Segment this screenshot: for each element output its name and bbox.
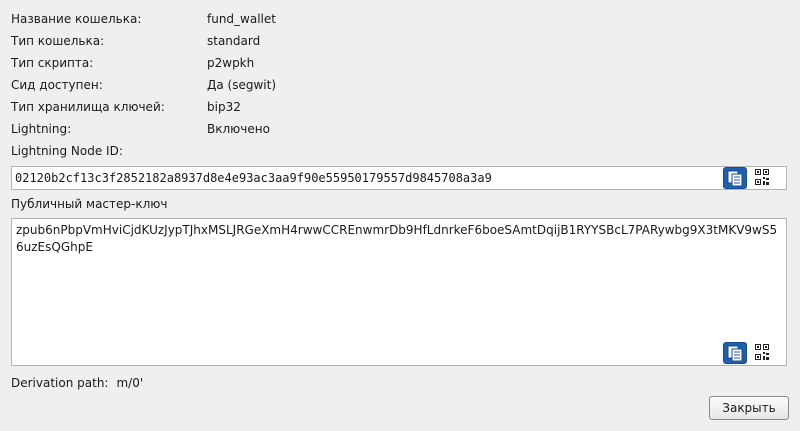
keystore-type-value: bip32 — [207, 100, 241, 114]
keystore-type-label: Тип хранилища ключей: — [11, 100, 165, 114]
qr-node-id-button[interactable] — [751, 167, 775, 189]
lightning-value: Включено — [207, 122, 270, 136]
derivation-path-label: Derivation path: — [11, 376, 109, 390]
copy-icon — [727, 170, 743, 187]
derivation-path-value: m/0' — [116, 376, 144, 390]
wallet-name-label: Название кошелька: — [11, 12, 142, 26]
wallet-name-value: fund_wallet — [207, 12, 276, 26]
script-type-value: p2wpkh — [207, 56, 255, 70]
seed-available-label: Сид доступен: — [11, 78, 103, 92]
copy-node-id-button[interactable] — [723, 167, 747, 189]
master-key-value[interactable]: zpub6nPbpVmHviCjdKUzJypTJhxMSLJRGeXmH4rw… — [16, 222, 782, 256]
copy-icon — [727, 345, 743, 362]
derivation-path-row: Derivation path: m/0' — [11, 374, 143, 392]
seed-available-value: Да (segwit) — [207, 78, 277, 92]
wallet-type-label: Тип кошелька: — [11, 34, 105, 48]
qr-master-key-button[interactable] — [751, 342, 775, 364]
node-id-caption: Lightning Node ID: — [11, 144, 123, 158]
node-id-field[interactable]: 02120b2cf13c3f2852182a8937d8e4e93ac3aa9f… — [11, 166, 787, 190]
close-button[interactable]: Закрыть — [709, 396, 789, 420]
master-key-caption: Публичный мастер-ключ — [11, 197, 168, 211]
script-type-label: Тип скрипта: — [11, 56, 94, 70]
node-id-value[interactable]: 02120b2cf13c3f2852182a8937d8e4e93ac3aa9f… — [15, 167, 492, 189]
lightning-label: Lightning: — [11, 122, 72, 136]
copy-master-key-button[interactable] — [723, 342, 747, 364]
qr-code-icon — [755, 344, 769, 360]
wallet-type-value: standard — [207, 34, 261, 48]
master-key-field[interactable]: zpub6nPbpVmHviCjdKUzJypTJhxMSLJRGeXmH4rw… — [11, 218, 787, 366]
qr-code-icon — [755, 169, 769, 185]
